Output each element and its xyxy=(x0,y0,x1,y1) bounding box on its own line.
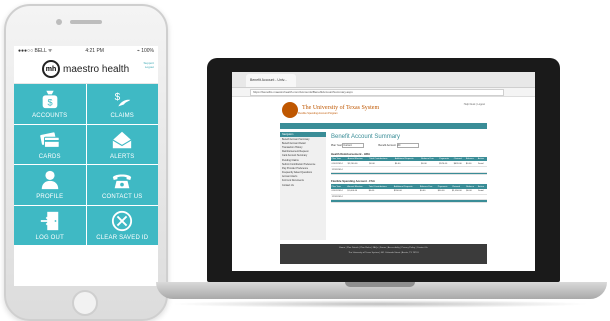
logout-door-icon xyxy=(40,211,58,231)
browser-tab[interactable]: Benefit Account - Univ... xyxy=(246,74,296,87)
browser-toolbar: https://benefits.maestrohealth.com/Accou… xyxy=(232,88,535,97)
footer-address: The University of Texas System | 601 Col… xyxy=(348,252,419,254)
tile-label: CONTACT US xyxy=(102,194,143,201)
tile-cards[interactable]: CARDS xyxy=(14,124,86,165)
university-seal-icon xyxy=(282,102,298,118)
org-subtitle: Flexible Spending Account Program xyxy=(298,112,338,115)
filter-row: Plan Year Current Benefit Account All xyxy=(331,143,487,148)
battery-text: ⌁ 100% xyxy=(136,47,154,54)
money-bag-icon: $ xyxy=(42,91,58,109)
tile-label: PROFILE xyxy=(36,194,64,201)
site-header: The University of Texas System Flexible … xyxy=(232,97,535,123)
tile-label: CLAIMS xyxy=(110,113,135,120)
person-icon xyxy=(41,171,58,190)
camera xyxy=(56,19,62,25)
svg-text:$: $ xyxy=(115,92,121,103)
hand-dollar-icon: $ xyxy=(115,92,131,107)
carrier-text: ●●●○○ BELL ᯤ xyxy=(18,47,53,54)
tile-label: CLEAR SAVED ID xyxy=(96,235,149,242)
tile-claims[interactable]: $ CLAIMS xyxy=(86,84,158,124)
speaker xyxy=(70,20,102,24)
footer-links[interactable]: Home | Plan Details | Plan Rules | FAQs … xyxy=(280,247,487,249)
time-text: 4:21 PM xyxy=(85,47,104,54)
brand-name: maestro health xyxy=(63,63,130,75)
main-panel: Benefit Account Summary Plan Year Curren… xyxy=(326,132,487,240)
smartphone: ●●●○○ BELL ᯤ 4:21 PM ⌁ 100% mh maestro h… xyxy=(4,4,168,321)
laptop-shadow xyxy=(170,300,590,308)
header-links[interactable]: Help Desk | Logout xyxy=(464,103,485,106)
home-button[interactable] xyxy=(72,290,98,316)
plan-year-label: Plan Year xyxy=(331,144,342,148)
hra-table-title: Health Reimbursement - HRA xyxy=(331,152,371,156)
header-menu[interactable]: Support Logout xyxy=(143,61,154,69)
envelope-icon xyxy=(112,131,132,149)
tile-label: CARDS xyxy=(38,153,61,160)
maestro-logo-icon: mh xyxy=(42,60,60,78)
plan-year-select[interactable]: Current xyxy=(342,143,365,148)
tile-alerts[interactable]: ALERTS xyxy=(86,124,158,165)
laptop-notch xyxy=(345,282,415,287)
svg-text:$: $ xyxy=(47,98,52,108)
org-title: The University of Texas System xyxy=(302,105,380,111)
tile-clear-saved-id[interactable]: CLEAR SAVED ID xyxy=(86,205,158,246)
tile-label: ACCOUNTS xyxy=(32,113,68,120)
tile-contact-us[interactable]: CONTACT US xyxy=(86,165,158,205)
tile-accounts[interactable]: $ ACCOUNTS xyxy=(14,84,86,124)
account-select[interactable]: All xyxy=(396,143,419,148)
fsa-table: Plan Year Annual Election Total Contributi… xyxy=(331,184,487,203)
page-content: Navigation Benefit Account Summary Benef… xyxy=(280,132,487,240)
status-bar: ●●●○○ BELL ᯤ 4:21 PM ⌁ 100% xyxy=(14,46,158,55)
app-header: mh maestro health Support Logout xyxy=(14,55,158,84)
phone-screen: ●●●○○ BELL ᯤ 4:21 PM ⌁ 100% mh maestro h… xyxy=(14,46,158,286)
page-title: Benefit Account Summary xyxy=(331,134,401,140)
tile-label: LOG OUT xyxy=(35,235,64,242)
hra-table: Plan Year Annual Election Total Contributi… xyxy=(331,157,487,176)
tile-label: ALERTS xyxy=(110,153,135,160)
tile-profile[interactable]: PROFILE xyxy=(14,165,86,205)
main-nav-bar[interactable] xyxy=(280,123,487,129)
tile-grid: $ ACCOUNTS $ CLAIMS CARDS ALERTS PROFILE xyxy=(14,84,158,286)
logout-link[interactable]: Logout xyxy=(143,65,154,69)
account-label: Benefit Account xyxy=(378,144,396,148)
site-footer: Home | Plan Details | Plan Rules | FAQs … xyxy=(280,244,487,264)
sidebar: Navigation Benefit Account Summary Benef… xyxy=(280,132,326,240)
sidebar-item[interactable]: Contact Us xyxy=(280,183,326,187)
telephone-icon xyxy=(113,174,132,189)
address-bar[interactable]: https://benefits.maestrohealth.com/Accou… xyxy=(250,88,504,96)
credit-cards-icon xyxy=(39,132,60,148)
tile-log-out[interactable]: LOG OUT xyxy=(14,205,86,246)
circle-x-icon xyxy=(112,211,133,232)
fsa-table-title: Flexible Spending Account - FSA xyxy=(331,179,375,184)
browser-tab-strip: Benefit Account - Univ... xyxy=(232,72,535,88)
laptop-screen: Benefit Account - Univ... https://benefi… xyxy=(232,72,535,271)
